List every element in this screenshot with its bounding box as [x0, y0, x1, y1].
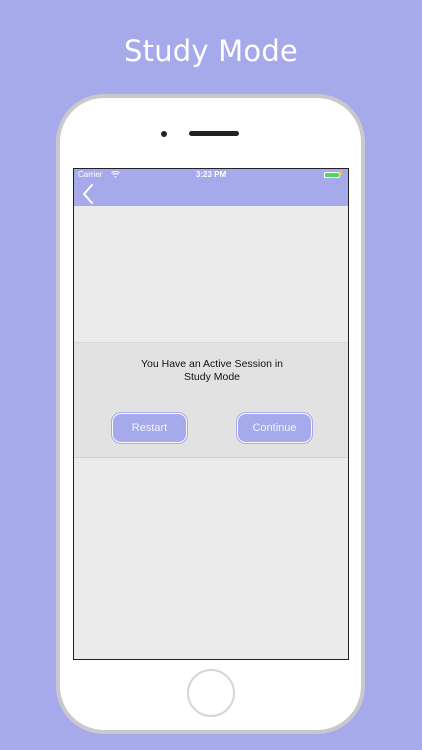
promo-headline: Study Mode [124, 34, 298, 68]
status-bar: Carrier 3:23 PM ⚡ [74, 169, 348, 181]
session-message: You Have an Active Session in Study Mode [140, 358, 284, 383]
chevron-left-icon[interactable] [80, 183, 100, 205]
status-time: 3:23 PM [195, 170, 227, 179]
phone-screen: Carrier 3:23 PM ⚡ You Have an Active Ses… [73, 168, 349, 660]
navigation-bar [74, 181, 348, 206]
earpiece-speaker [189, 131, 239, 136]
active-session-panel: You Have an Active Session in Study Mode… [74, 342, 348, 458]
home-button[interactable] [187, 669, 235, 717]
phone-frame: Carrier 3:23 PM ⚡ You Have an Active Ses… [56, 94, 365, 734]
charging-icon: ⚡ [336, 171, 345, 178]
restart-button[interactable]: Restart [112, 413, 187, 443]
continue-button[interactable]: Continue [237, 413, 312, 443]
front-camera [161, 131, 167, 137]
